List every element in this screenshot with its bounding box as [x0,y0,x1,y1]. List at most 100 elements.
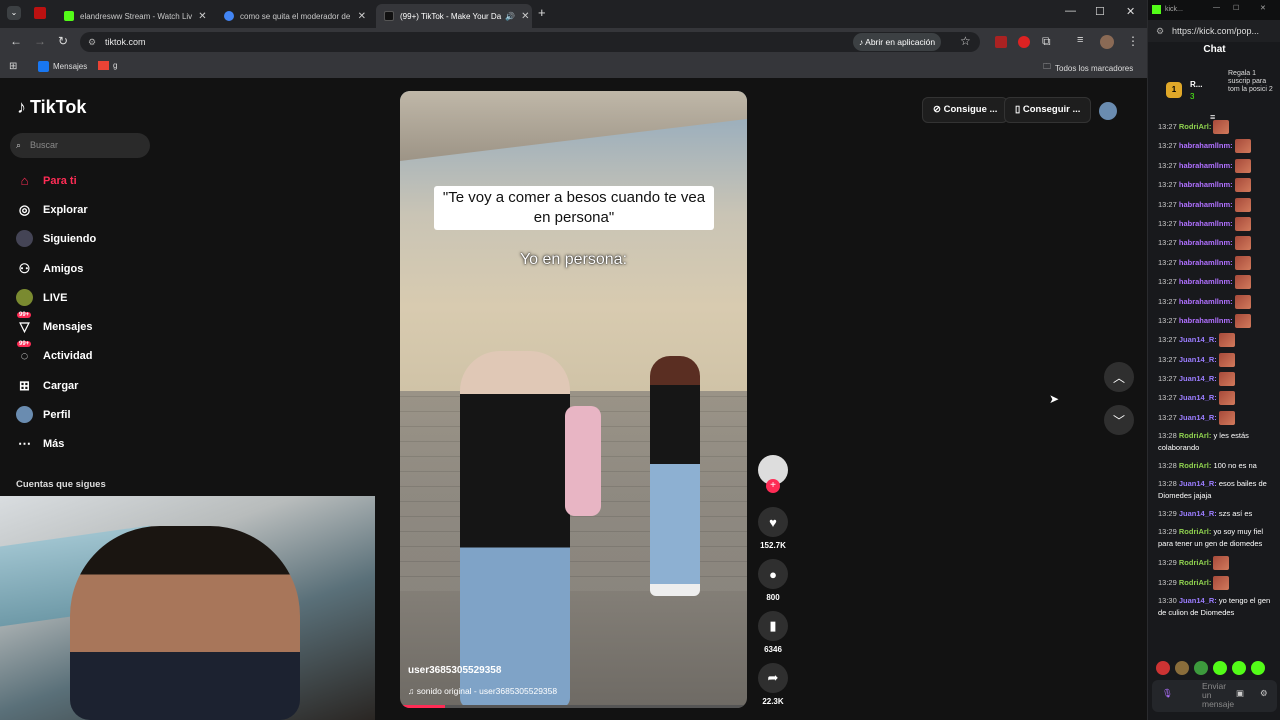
previous-video-button[interactable]: ︿ [1104,362,1134,392]
message-username[interactable]: RodriArl: [1179,527,1214,536]
message-username[interactable]: Juan14_R: [1179,374,1219,383]
nav-amigos[interactable]: ⚇ Amigos [16,260,84,277]
minimize-button[interactable]: — [1213,4,1220,11]
comment-icon[interactable]: ● [758,559,788,589]
message-username[interactable]: Juan14_R: [1179,596,1219,605]
nav-explorar[interactable]: ◎ Explorar [16,201,88,218]
new-tab-button[interactable]: + [538,5,546,20]
profile-avatar[interactable] [1100,35,1114,49]
url-field[interactable]: ⚙ tiktok.com [80,32,980,52]
message-username[interactable]: RodriArl: [1179,122,1214,131]
heart-icon[interactable]: ♥ [758,507,788,537]
video-player[interactable]: "Te voy a comer a besos cuando te vea en… [400,91,747,708]
maximize-button[interactable]: ☐ [1095,5,1105,18]
message-username[interactable]: habrahamllnm: [1179,297,1235,306]
close-tab-icon[interactable]: ✕ [515,11,529,22]
message-username[interactable]: Juan14_R: [1179,509,1219,518]
share-action[interactable]: ➦ 22.3K [757,663,789,706]
close-tab-icon[interactable]: ✕ [192,11,206,22]
nav-para-ti[interactable]: ⌂ Para ti [16,172,77,189]
message-username[interactable]: habrahamllnm: [1179,316,1235,325]
settings-gear-icon[interactable]: ⚙ [1260,688,1268,699]
minimize-button[interactable]: — [1065,5,1076,17]
nav-mensajes[interactable]: ▽ 99+ Mensajes [16,312,93,335]
back-button[interactable]: ← [10,34,22,48]
author-avatar-action[interactable]: + [757,455,789,493]
emote-icon[interactable] [1156,661,1170,675]
close-window-button[interactable]: ✕ [1126,5,1135,18]
user-avatar[interactable] [1099,102,1117,120]
bookmark-icon[interactable]: ▮ [758,611,788,641]
get-app-button[interactable]: ▯ Conseguir ... [1004,97,1092,123]
emote-icon[interactable] [1175,661,1189,675]
save-action[interactable]: ▮ 6346 [757,611,789,654]
maximize-button[interactable]: ☐ [1233,4,1239,12]
message-username[interactable]: RodriArl: [1179,431,1214,440]
nav-cargar[interactable]: ⊞ Cargar [16,377,78,394]
forward-button[interactable]: → [34,34,46,48]
message-username[interactable]: Juan14_R: [1179,413,1219,422]
open-in-app-button[interactable]: ♪ Abrir en aplicación [853,33,942,51]
message-username[interactable]: RodriArl: [1179,558,1214,567]
extensions-puzzle-icon[interactable]: ⧉ [1042,34,1051,49]
tab-search-button[interactable]: ⌄ [7,6,21,20]
site-info-icon[interactable]: ⚙ [88,32,96,52]
message-username[interactable]: RodriArl: [1179,461,1214,470]
search-input[interactable]: ⌕ Buscar [10,133,150,158]
kick-url-field[interactable]: ⚙ https://kick.com/pop... [1148,20,1280,42]
reload-button[interactable]: ↻ [58,34,68,48]
next-video-button[interactable]: ﹀ [1104,405,1134,435]
message-username[interactable]: habrahamllnm: [1179,141,1235,150]
video-author[interactable]: user3685305529358 [408,665,501,676]
message-username[interactable]: Juan14_R: [1179,479,1219,488]
all-bookmarks-button[interactable]: 🗀 Todos los marcadores [1043,61,1133,75]
message-username[interactable]: RodriArl: [1179,578,1214,587]
tab-kick-stream[interactable]: elandresww Stream - Watch Liv ✕ [56,4,214,28]
tab-tiktok[interactable]: (99+) TikTok - Make Your Da 🔊 ✕ [376,4,532,28]
pinned-tab[interactable] [34,7,46,19]
browser-menu-icon[interactable]: ⋮ [1127,34,1139,48]
video-sound[interactable]: ♫ sonido original - user3685305529358 [408,686,557,696]
message-username[interactable]: habrahamllnm: [1179,277,1235,286]
video-progress-bar[interactable] [400,705,747,708]
message-username[interactable]: habrahamllnm: [1179,180,1235,189]
emote-icon[interactable] [1232,661,1246,675]
tab-google-search[interactable]: como se quita el moderador de ✕ [216,4,374,28]
microphone-icon[interactable]: 🎙 [1162,688,1173,699]
site-info-icon[interactable]: ⚙ [1156,20,1164,42]
apps-grid-icon[interactable]: ⊞ [9,61,17,72]
get-coins-button[interactable]: ⊘ Consigue ... [922,97,1009,123]
nav-live[interactable]: LIVE [16,289,67,306]
message-username[interactable]: habrahamllnm: [1179,238,1235,247]
like-action[interactable]: ♥ 152.7K [757,507,789,550]
media-control-icon[interactable]: ≡ [1077,34,1083,46]
bookmark-mensajes[interactable]: Mensajes [38,61,87,72]
message-username[interactable]: habrahamllnm: [1179,258,1235,267]
close-window-button[interactable]: ✕ [1260,4,1266,12]
tiktok-logo[interactable]: ♪ TikTok [17,97,86,118]
extension-record-icon[interactable] [1018,36,1030,48]
emote-icon[interactable] [1194,661,1208,675]
comment-action[interactable]: ● 800 [757,559,789,602]
message-username[interactable]: Juan14_R: [1179,393,1219,402]
message-username[interactable]: habrahamllnm: [1179,219,1235,228]
message-username[interactable]: Juan14_R: [1179,355,1219,364]
audio-playing-icon[interactable]: 🔊 [505,12,515,21]
emote-icon[interactable] [1251,661,1265,675]
emote-icon[interactable] [1213,661,1227,675]
share-icon[interactable]: ➦ [758,663,788,693]
bookmark-g[interactable]: g [98,61,117,70]
leaderboard-item[interactable]: 1 R... 3 [1166,70,1208,110]
message-username[interactable]: habrahamllnm: [1179,200,1235,209]
nav-perfil[interactable]: Perfil [16,406,71,423]
nav-actividad[interactable]: ◌ 99+ Actividad [16,341,93,364]
extension-icon[interactable] [995,36,1007,48]
bookmark-star-icon[interactable]: ☆ [960,34,971,48]
gift-icon[interactable]: ▣ [1236,688,1244,699]
nav-siguiendo[interactable]: Siguiendo [16,230,96,247]
message-username[interactable]: Juan14_R: [1179,335,1219,344]
nav-mas[interactable]: ⋯ Más [16,435,64,452]
gift-sub-promo[interactable]: Regala 1 suscrip para tom la posici 2 [1228,70,1278,94]
close-tab-icon[interactable]: ✕ [352,11,366,22]
message-username[interactable]: habrahamllnm: [1179,161,1235,170]
